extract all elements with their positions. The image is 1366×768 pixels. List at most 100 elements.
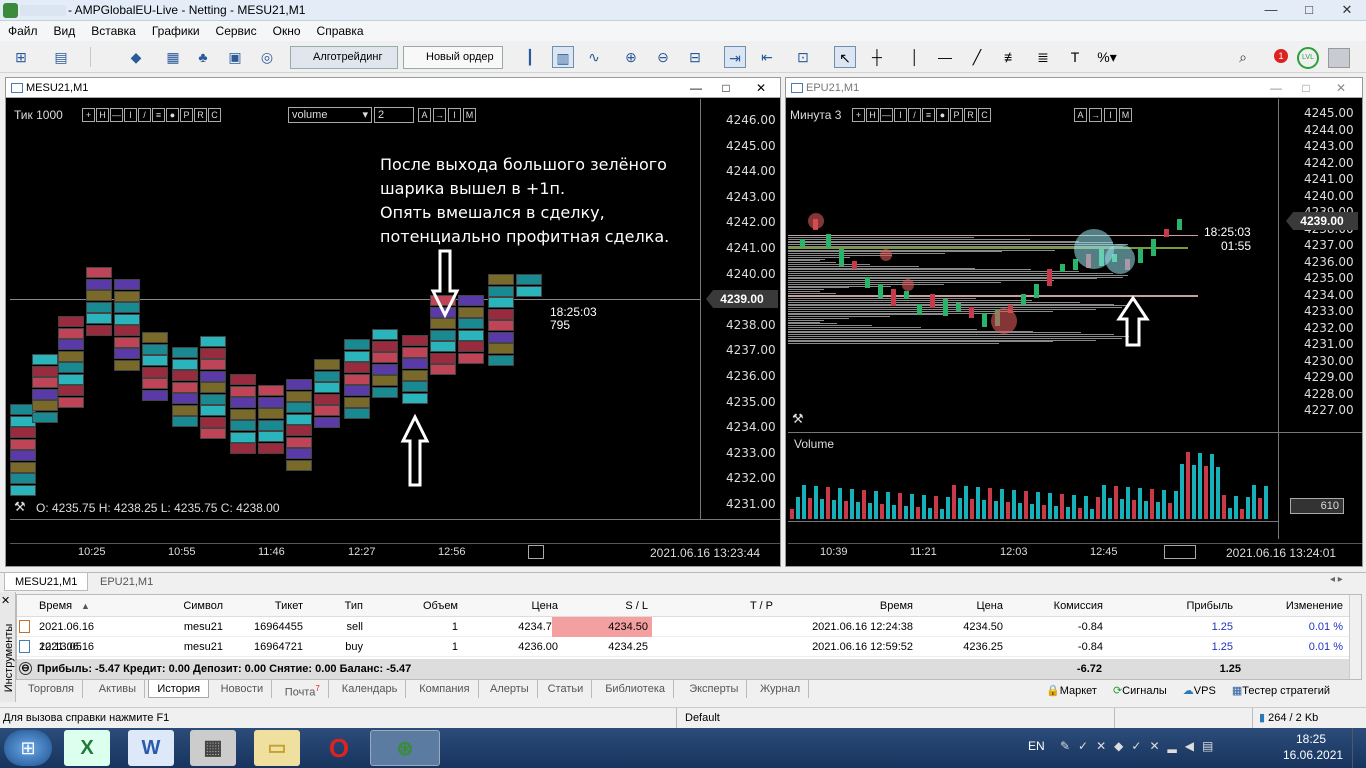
column-header[interactable]: Комиссия	[1007, 595, 1107, 617]
trendline-icon[interactable]: ╱	[966, 46, 988, 68]
tab-4[interactable]: Почта7	[277, 680, 329, 699]
column-header[interactable]: Время	[777, 595, 917, 617]
menu-tools[interactable]: Сервис	[208, 21, 265, 38]
autoscroll-icon[interactable]: ⇥	[724, 46, 746, 68]
table-row[interactable]: 2021.06.16 12:49:03mesu2116964721buy1423…	[17, 637, 1349, 673]
horizontal-line-icon[interactable]: —	[934, 46, 956, 68]
tab-8[interactable]: Статьи	[540, 680, 593, 698]
chart2-area[interactable]: Минута 3 + H — I / ≡ ● P R C A → I M 4245.00 4244.00 4…	[788, 99, 1362, 565]
chart1-scroll-box[interactable]	[528, 545, 544, 559]
market-link[interactable]: 🔒Маркет	[1046, 684, 1097, 697]
line-chart-icon[interactable]: ∿	[583, 46, 605, 68]
column-header[interactable]: S / L	[552, 595, 652, 617]
shapes-dropdown-icon[interactable]: %▾	[1096, 46, 1118, 68]
tab-2[interactable]: История	[148, 680, 210, 698]
tab-epu21[interactable]: EPU21,M1	[90, 573, 163, 591]
crosshair-icon[interactable]: ┼	[866, 46, 888, 68]
tab-5[interactable]: Календарь	[334, 680, 407, 698]
fib-fan-icon[interactable]: ≣	[1032, 46, 1054, 68]
menu-charts[interactable]: Графики	[144, 21, 208, 38]
menu-help[interactable]: Справка	[309, 21, 372, 38]
close-button[interactable]: ✕	[1328, 0, 1366, 20]
metatrader-taskbar-icon[interactable]: ⊛	[370, 730, 440, 766]
tab-0[interactable]: Торговля	[20, 680, 83, 698]
tab-9[interactable]: Библиотека	[597, 680, 674, 698]
chart2-scroll-box[interactable]	[1164, 545, 1196, 559]
text-icon[interactable]: T	[1064, 46, 1086, 68]
language-indicator[interactable]: EN	[1028, 739, 1045, 753]
chart2-maximize-button[interactable]: □	[1296, 78, 1316, 98]
column-header[interactable]: Цена	[917, 595, 1007, 617]
new-chart-icon[interactable]: ⊞	[10, 46, 32, 68]
vertical-line-icon[interactable]: │	[904, 46, 926, 68]
sort-ascending-icon[interactable]: ▲	[81, 595, 90, 617]
column-header[interactable]: Прибыль	[1127, 595, 1237, 617]
tab-6[interactable]: Компания	[411, 680, 479, 698]
data-window-icon[interactable]: ▦	[162, 46, 184, 68]
terminal-icon[interactable]: ▣	[224, 46, 246, 68]
minimize-button[interactable]: —	[1252, 0, 1290, 20]
chart2-minimize-button[interactable]: —	[1266, 78, 1286, 98]
menu-window[interactable]: Окно	[265, 21, 309, 38]
search-icon[interactable]: ⌕	[1232, 46, 1254, 68]
market-watch-icon[interactable]: ◆	[125, 46, 147, 68]
chart1-area[interactable]: Тик 1000 + H — I / ≡ ● P R C volume ▾ 2 A → I M 4246.…	[10, 99, 780, 565]
vps-link[interactable]: ☁VPS	[1183, 684, 1216, 697]
tab-3[interactable]: Новости	[213, 680, 273, 698]
algo-trading-button[interactable]: Алготрейдинг	[290, 46, 398, 69]
show-desktop-button[interactable]	[1352, 728, 1366, 768]
tab-mesu21[interactable]: MESU21,M1	[4, 573, 89, 591]
column-header[interactable]: Цена	[472, 595, 562, 617]
navigator-icon[interactable]: ♣	[192, 46, 214, 68]
signals-link[interactable]: ⟳Сигналы	[1113, 684, 1167, 697]
indicators-icon[interactable]: ⊡	[792, 46, 814, 68]
cursor-icon[interactable]: ↖	[834, 46, 856, 68]
chart1-minimize-button[interactable]: —	[686, 78, 706, 98]
collapse-icon[interactable]: ⊖	[19, 662, 32, 675]
opera-icon[interactable]: O	[316, 730, 362, 766]
column-header[interactable]: Время	[21, 595, 121, 617]
chat-icon[interactable]	[1328, 48, 1350, 68]
profiles-icon[interactable]: ▤	[50, 46, 72, 68]
column-header[interactable]: Тип	[307, 595, 367, 617]
chart2-close-button[interactable]: ✕	[1331, 78, 1351, 98]
table-scrollbar[interactable]	[1349, 595, 1361, 679]
calculator-icon[interactable]: ▦	[190, 730, 236, 766]
explorer-icon[interactable]: ▭	[254, 730, 300, 766]
level-icon[interactable]: LVL	[1297, 47, 1319, 69]
bar-chart-icon[interactable]: ┃	[519, 46, 541, 68]
start-button[interactable]: ⊞	[4, 730, 52, 766]
chart1-crosshair-icon[interactable]: ⚒	[14, 499, 26, 515]
menu-file[interactable]: Файл	[0, 21, 46, 38]
tabs-scroll-icon[interactable]: ◂ ▸	[1330, 574, 1343, 585]
fibo-icon[interactable]: ≢	[1000, 46, 1022, 68]
maximize-button[interactable]: □	[1290, 0, 1328, 20]
column-header[interactable]: T / P	[657, 595, 777, 617]
menu-view[interactable]: Вид	[46, 21, 84, 38]
strategy-tester-link[interactable]: ▦Тестер стратегий	[1232, 684, 1330, 697]
tab-10[interactable]: Эксперты	[681, 680, 748, 698]
toolbox-close-icon[interactable]: ✕	[1, 594, 10, 607]
chart-shift-icon[interactable]: ⇤	[756, 46, 778, 68]
chart1-maximize-button[interactable]: □	[716, 78, 736, 98]
column-header[interactable]: Тикет	[227, 595, 307, 617]
zoom-out-icon[interactable]: ⊖	[652, 46, 674, 68]
tab-1[interactable]: Активы	[91, 680, 146, 698]
excel-icon[interactable]: X	[64, 730, 110, 766]
chart1-close-button[interactable]: ✕	[751, 78, 771, 98]
candle-chart-icon[interactable]: ▥	[552, 46, 574, 68]
tab-11[interactable]: Журнал	[752, 680, 810, 698]
chart2-crosshair-icon[interactable]: ⚒	[792, 411, 804, 427]
new-order-button[interactable]: Новый ордер	[403, 46, 503, 69]
table-row[interactable]: 2021.06.16 12:13:05 mesu21 16964455 sell 1 42…	[17, 617, 1349, 653]
column-header[interactable]: Объем	[382, 595, 462, 617]
word-icon[interactable]: W	[128, 730, 174, 766]
zoom-in-icon[interactable]: ⊕	[620, 46, 642, 68]
tray-icons[interactable]: ✎✓✕◆✓✕▂◀▤	[1060, 739, 1221, 753]
tester-icon[interactable]: ◎	[256, 46, 278, 68]
tile-windows-icon[interactable]: ⊟	[684, 46, 706, 68]
column-header[interactable]: Изменение	[1257, 595, 1347, 617]
menu-insert[interactable]: Вставка	[83, 21, 144, 38]
column-header[interactable]: Символ	[137, 595, 227, 617]
tab-7[interactable]: Алерты	[482, 680, 538, 698]
